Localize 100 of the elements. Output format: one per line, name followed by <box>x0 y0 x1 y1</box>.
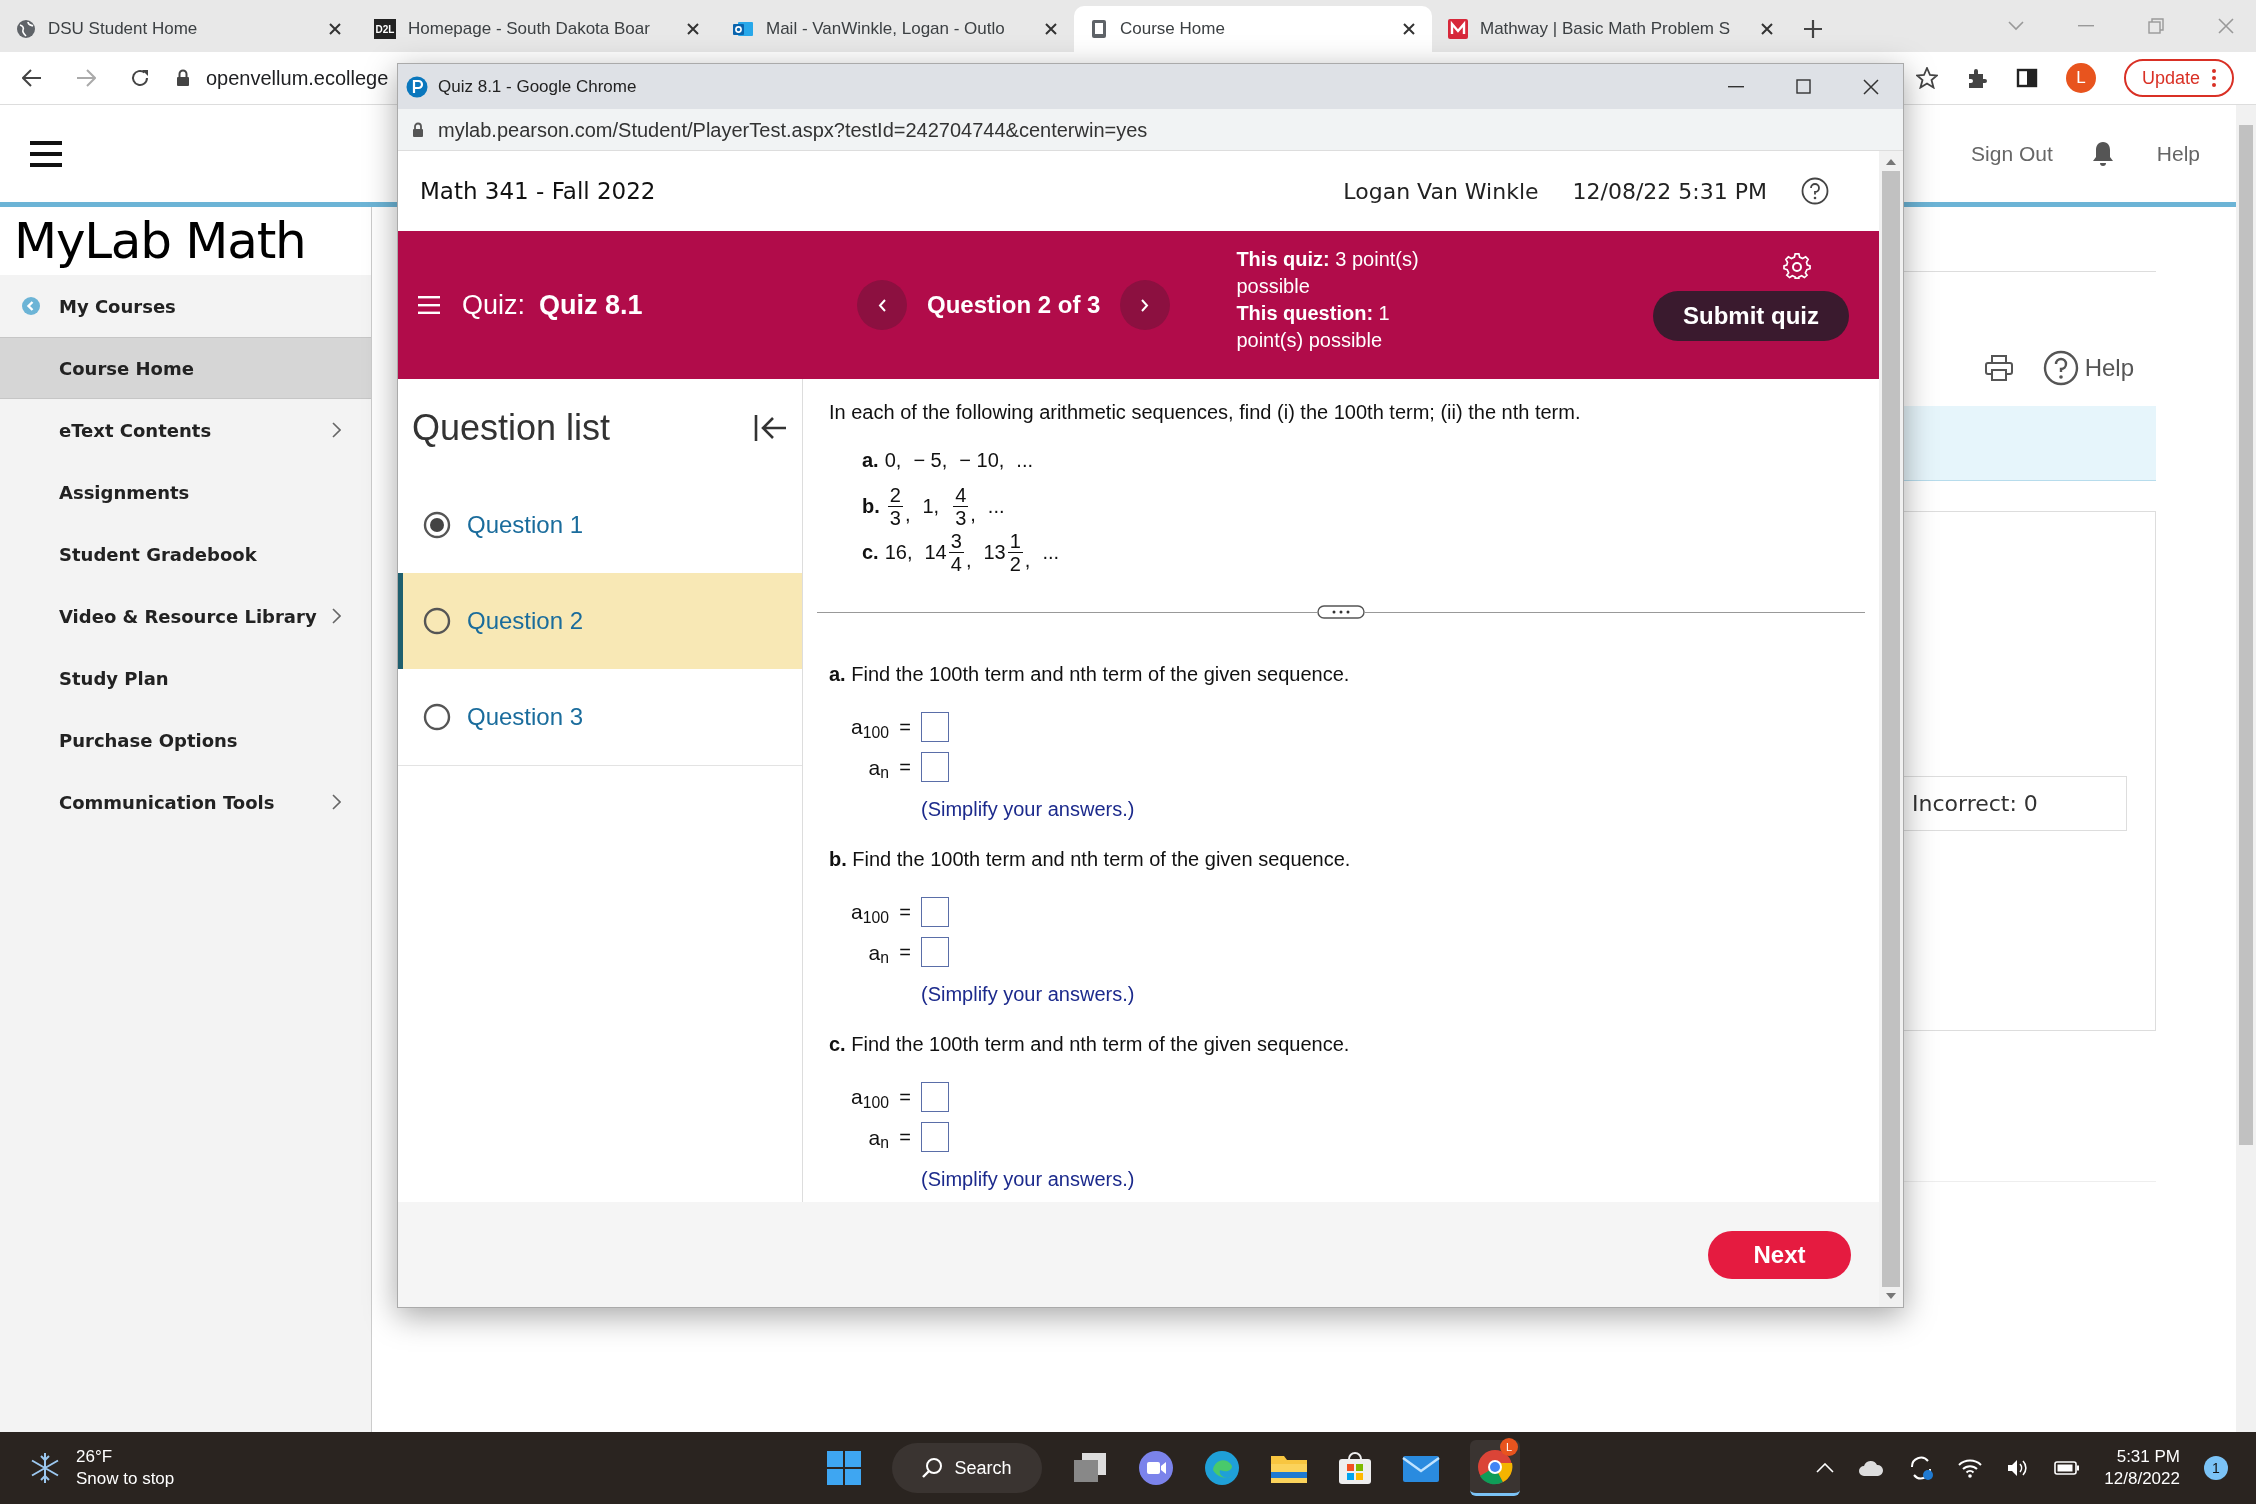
site-title: MyLab Math <box>0 207 371 275</box>
variable-label: a$_{n}$ <box>867 1124 889 1153</box>
close-icon[interactable] <box>1760 22 1774 36</box>
profile-avatar[interactable]: L <box>2065 63 2096 93</box>
tab-title: Course Home <box>1120 18 1226 41</box>
side-panel-icon[interactable] <box>2015 68 2038 88</box>
points-text: This question: 1 point(s) possible <box>1236 301 1391 353</box>
question-prompt: c. Find the 100th term and nth term of the given sequence. <box>828 1032 1351 1057</box>
sidebar-item[interactable]: Course Home <box>0 337 371 399</box>
tab-title: Mail - VanWinkle, Logan - Outlo <box>766 18 1006 41</box>
answer-box[interactable] <box>921 1081 949 1112</box>
lock-icon <box>412 121 424 138</box>
browser-tab[interactable]: Course Home <box>1074 6 1432 52</box>
search-icon <box>922 1457 945 1479</box>
math-app-icon <box>1448 19 1468 39</box>
popup-scrollbar[interactable] <box>1879 151 1903 1307</box>
start-icon[interactable] <box>826 1450 862 1486</box>
chevron-left-icon <box>878 298 887 312</box>
close-icon[interactable] <box>328 22 342 36</box>
variable-label: a$_{n}$ <box>867 754 889 783</box>
question-position: Question 2 of 3 <box>927 290 1101 320</box>
answer-box[interactable] <box>921 896 949 927</box>
tab-title: Homepage - South Dakota Boar <box>408 18 651 41</box>
chrome-taskbar-button[interactable]: L <box>1470 1440 1520 1496</box>
help-link[interactable]: Help <box>2156 137 2200 170</box>
chevron-up-icon[interactable] <box>1816 1463 1835 1473</box>
minimize-icon[interactable] <box>1728 85 1744 88</box>
submit-quiz-button[interactable]: Submit quiz <box>1653 291 1849 341</box>
wifi-icon[interactable] <box>1958 1458 1983 1478</box>
maximize-icon[interactable] <box>1796 79 1811 94</box>
sidebar-item[interactable]: Assignments <box>0 461 371 523</box>
variable-label: a$_{100}$ <box>850 899 889 928</box>
printer-icon[interactable] <box>1984 355 2013 381</box>
hint-text: (Simplify your answers.) <box>921 797 1135 822</box>
tab-title: DSU Student Home <box>48 18 199 41</box>
quiz-label: Quiz: <box>462 288 526 322</box>
envelope-icon[interactable] <box>1402 1453 1440 1483</box>
close-icon[interactable] <box>1863 78 1879 95</box>
equals-sign: = <box>898 1084 912 1110</box>
question-list-item[interactable]: Question 3 <box>398 669 802 765</box>
tab-title: Mathway | Basic Math Problem S <box>1480 18 1732 41</box>
mail-icon <box>732 19 754 39</box>
sidebar-item[interactable]: Study Plan <box>0 647 371 709</box>
quiz-name: Quiz 8.1 <box>539 288 644 322</box>
answer-box[interactable] <box>921 752 949 783</box>
sidebar-item[interactable]: Communication Tools <box>0 771 371 833</box>
more-icon <box>2212 69 2216 87</box>
drag-handle-icon[interactable] <box>1317 605 1365 619</box>
lock-icon <box>176 69 190 87</box>
next-button[interactable]: Next <box>1708 1230 1851 1279</box>
notification-badge: L <box>1500 1438 1518 1456</box>
answer-box[interactable] <box>921 937 949 968</box>
question-prompt: a. Find the 100th term and nth term of the given sequence. <box>828 662 1351 687</box>
settings-icon[interactable] <box>1783 253 1811 281</box>
sign-out-link[interactable]: Sign Out <box>1971 137 2053 170</box>
close-icon[interactable] <box>1044 22 1058 36</box>
battery-icon[interactable] <box>2054 1461 2081 1475</box>
sidebar-item[interactable]: Video & Resource Library <box>0 585 371 647</box>
equals-sign: = <box>898 940 912 966</box>
help-circle-icon[interactable] <box>1801 177 1829 205</box>
question-text: In each of the following arithmetic sequences, find (i) the 100th term; (ii) the nth term. <box>828 400 1582 425</box>
variable-label: a$_{100}$ <box>850 1084 889 1113</box>
globe-icon <box>16 19 36 39</box>
reload-icon[interactable] <box>130 68 150 88</box>
question-list-item[interactable]: Question 2 <box>398 573 802 669</box>
sync-icon[interactable] <box>1908 1455 1935 1481</box>
close-icon[interactable] <box>1402 22 1416 36</box>
collapse-panel-icon[interactable] <box>754 413 788 443</box>
cloud-icon[interactable] <box>1858 1459 1885 1477</box>
address-text[interactable]: openvellum.ecollege <box>206 63 389 93</box>
update-button[interactable]: Update <box>2123 59 2234 97</box>
help-link[interactable]: Help <box>2042 350 2134 386</box>
question-list-item[interactable]: Question 1 <box>398 477 802 573</box>
windows-stack-icon[interactable] <box>1072 1452 1108 1484</box>
close-icon[interactable] <box>686 22 700 36</box>
answer-box[interactable] <box>921 1122 949 1153</box>
video-chat-icon[interactable] <box>1138 1450 1174 1486</box>
answer-box[interactable] <box>921 711 949 742</box>
new-tab-icon[interactable] <box>1802 18 1824 40</box>
menu-icon[interactable] <box>30 140 62 167</box>
bell-icon[interactable] <box>2090 139 2115 168</box>
menu-icon[interactable] <box>418 296 440 314</box>
sidebar-item[interactable]: eText Contents <box>0 399 371 461</box>
p-logo-icon <box>406 75 428 98</box>
back-arrow-icon[interactable] <box>22 69 42 87</box>
page-scrollbar[interactable] <box>2236 105 2256 1432</box>
taskbar-search[interactable]: Search <box>892 1443 1042 1493</box>
sidebar-item[interactable]: Student Gradebook <box>0 523 371 585</box>
user-name: Logan Van Winkle <box>1343 177 1539 206</box>
sidebar-item[interactable]: My Courses <box>0 275 371 337</box>
scroll-up-icon <box>1886 159 1896 165</box>
weather-text: Snow to stop <box>76 1468 175 1490</box>
star-icon[interactable] <box>1915 67 1938 89</box>
sidebar-item[interactable]: Purchase Options <box>0 709 371 771</box>
store-bag-icon[interactable] <box>1338 1451 1372 1485</box>
browser-swirl-icon[interactable] <box>1204 1450 1240 1486</box>
question-prompt: b. Find the 100th term and nth term of the given sequence. <box>828 847 1352 872</box>
clock[interactable]: 5:31 PM 12/8/2022 <box>2104 1446 2180 1490</box>
notification-count[interactable]: 1 <box>2204 1456 2228 1480</box>
date-time: 12/08/22 5:31 PM <box>1572 177 1767 206</box>
